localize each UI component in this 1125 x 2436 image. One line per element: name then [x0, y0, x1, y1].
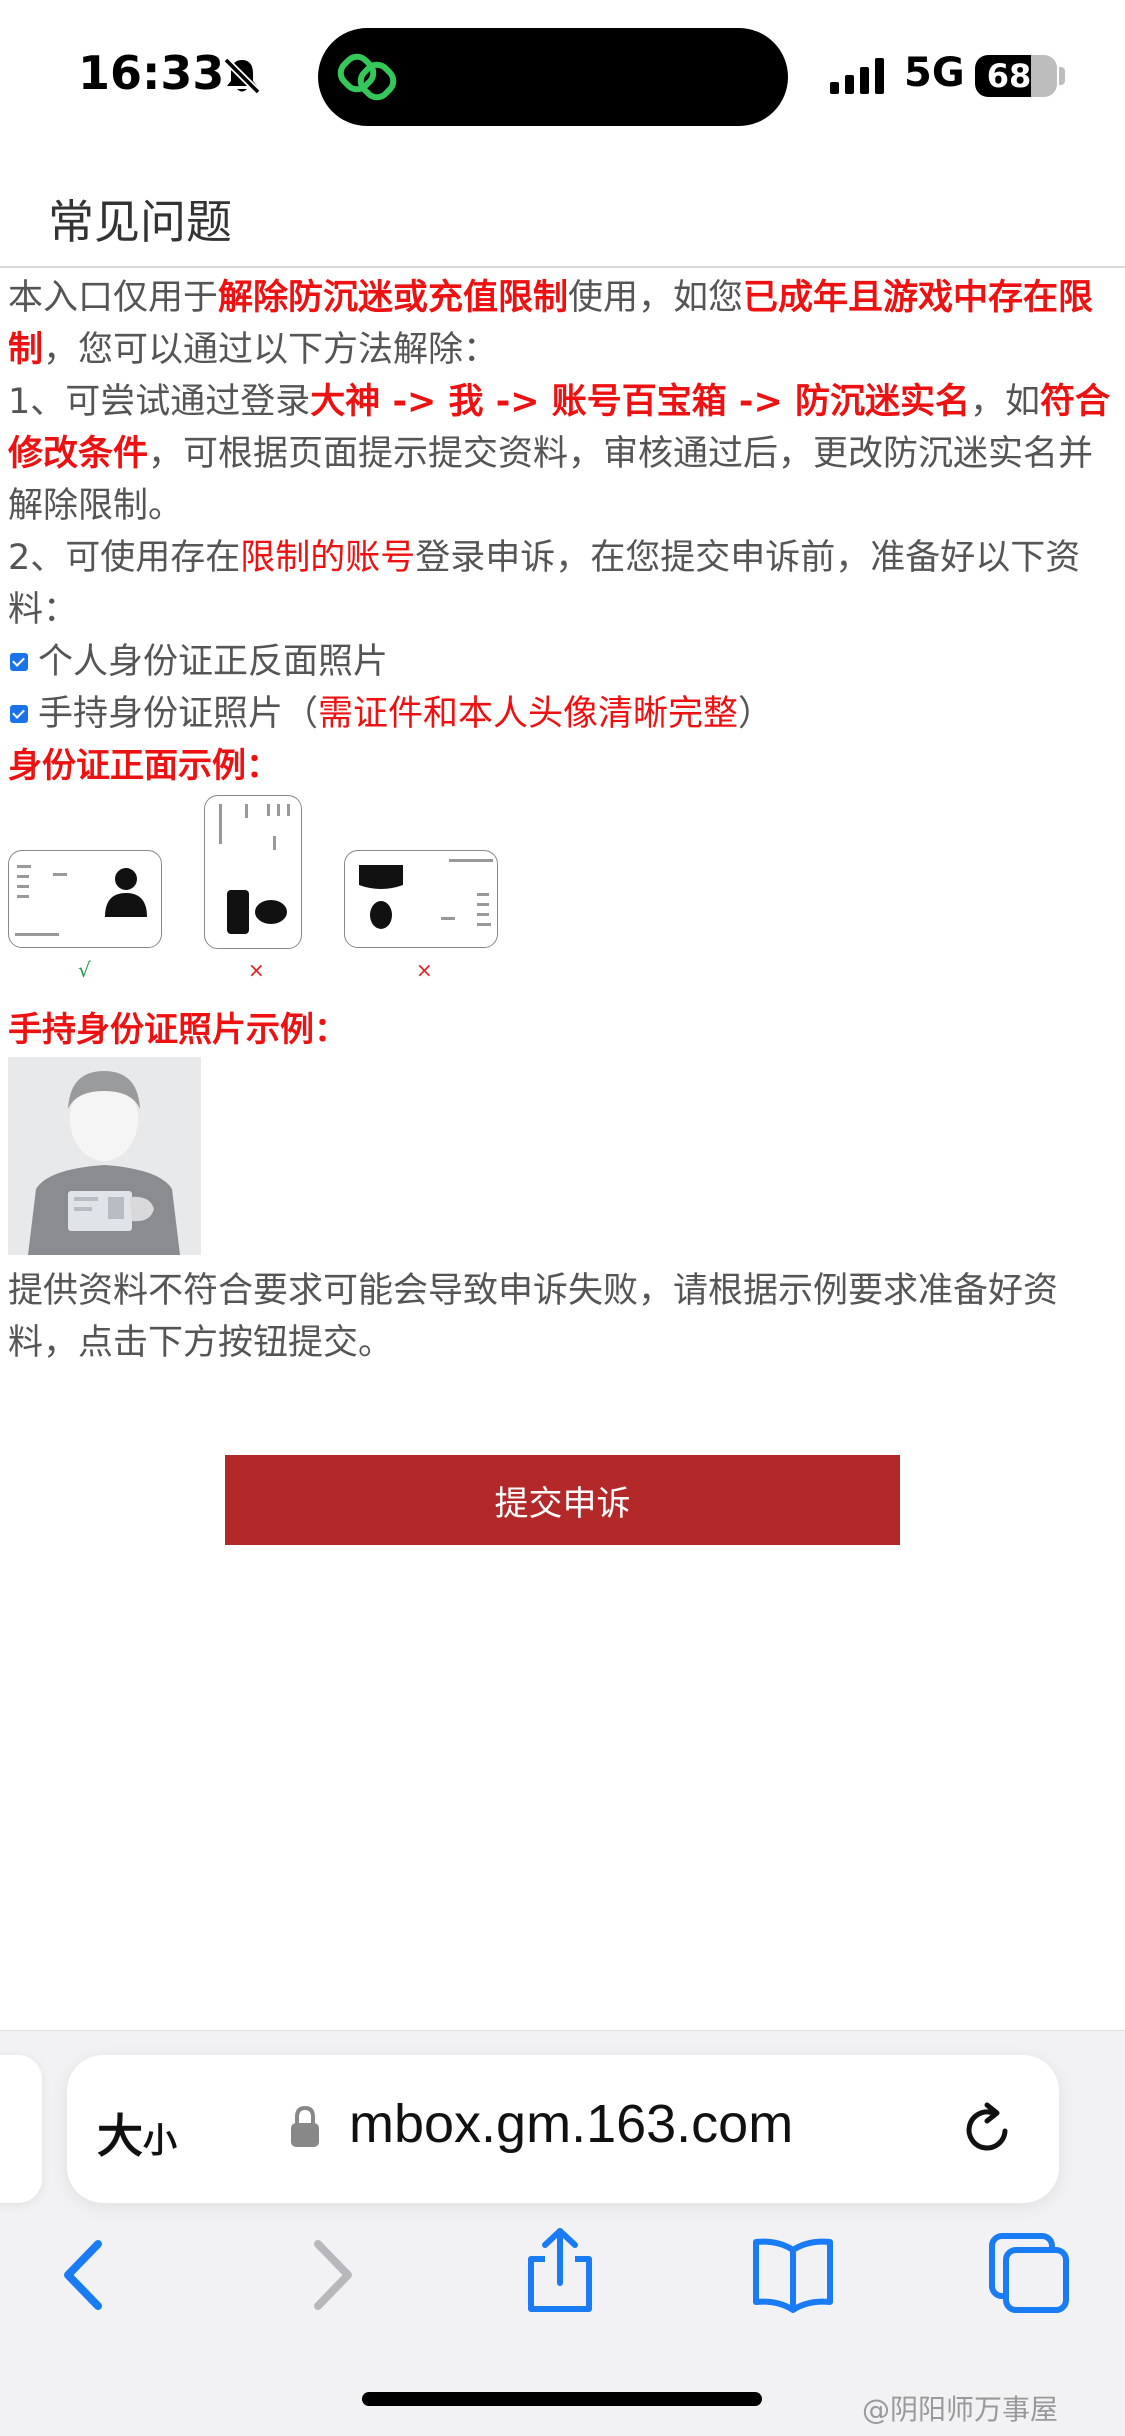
watermark: @阴阳师万事屋: [862, 2393, 1059, 2426]
checklist-item: 手持身份证照片（ 需证件和本人头像清晰完整）: [8, 688, 1118, 740]
tabs-icon[interactable]: [984, 2228, 1074, 2318]
signal-icon: [830, 58, 884, 94]
method-text: ，如: [969, 382, 1040, 422]
forward-icon[interactable]: [284, 2230, 374, 2320]
method-text: 1、可尝试通过登录: [8, 382, 311, 422]
intro-text: 本入口仅用于: [8, 278, 219, 318]
address-bar[interactable]: 大小 mbox.gm.163.com: [67, 2055, 1059, 2203]
method-highlight: 限制的账号: [240, 538, 416, 578]
checklist-highlight: 需证件和本人头像清晰完整: [318, 694, 739, 734]
text-size-large: 大: [97, 2109, 143, 2163]
text-size-button[interactable]: 大小: [97, 2100, 177, 2166]
id-card-front-icon: [15, 865, 147, 936]
wrong-mark: ×: [416, 958, 433, 982]
id-card-correct-example: [8, 850, 162, 948]
checkbox[interactable]: [10, 705, 28, 723]
status-bar: 16:33 5G 68: [0, 0, 1125, 150]
share-icon[interactable]: [515, 2225, 605, 2315]
checklist-label: 手持身份证照片（: [38, 694, 319, 734]
method-text: 2、可使用存在: [8, 538, 241, 578]
intro-paragraph: 本入口仅用于解除防沉迷或充值限制使用，如您已成年且游戏中存在限制，您可以通过以下…: [8, 272, 1118, 376]
status-time: 16:33: [78, 46, 225, 100]
intro-text: 使用，如您: [568, 278, 744, 318]
lock-icon: [291, 2105, 319, 2147]
id-card-upside-down-icon: [359, 859, 493, 929]
method-text: ，可根据页面提示提交资料，审核通过后，更改防沉迷实名并解除限制。: [8, 434, 1094, 526]
id-card-examples: √ × ×: [0, 790, 520, 990]
faq-content: 本入口仅用于解除防沉迷或充值限制使用，如您已成年且游戏中存在限制，您可以通过以下…: [8, 272, 1118, 792]
intro-highlight: 解除防沉迷或充值限制: [218, 278, 569, 318]
checklist-label: 个人身份证正反面照片: [38, 642, 389, 682]
intro-text: ，您可以通过以下方法解除：: [43, 330, 499, 370]
link-app-icon: [337, 53, 397, 101]
bell-slash-icon: [223, 57, 261, 95]
person-holding-id-icon: [8, 1057, 201, 1255]
page-title: 常见问题: [48, 195, 232, 249]
battery-icon: 68: [975, 55, 1057, 97]
battery-percent: 68: [986, 57, 1032, 95]
notice-paragraph: 提供资料不符合要求可能会导致申诉失败，请根据示例要求准备好资料，点击下方按钮提交…: [8, 1271, 1059, 1363]
network-type: 5G: [904, 50, 965, 96]
method-1-paragraph: 1、可尝试通过登录大神 -> 我 -> 账号百宝箱 -> 防沉迷实名，如符合修改…: [8, 376, 1118, 532]
id-front-example-title: 身份证正面示例：: [8, 746, 280, 786]
checklist-label: ）: [738, 694, 774, 734]
home-indicator: [362, 2392, 762, 2406]
wrong-mark: ×: [248, 958, 265, 982]
correct-mark: √: [78, 958, 91, 982]
checklist-item: 个人身份证正反面照片: [8, 636, 1118, 688]
id-card-wrong-example: [204, 795, 302, 949]
url-text[interactable]: mbox.gm.163.com: [349, 2093, 793, 2155]
hold-id-example-title: 手持身份证照片示例：: [8, 1010, 348, 1050]
checkbox[interactable]: [10, 653, 28, 671]
id-card-rotated-icon: [219, 804, 290, 934]
battery-tip: [1059, 67, 1065, 85]
bookmarks-icon[interactable]: [748, 2230, 838, 2320]
previous-tab-preview[interactable]: [0, 2055, 42, 2203]
text-size-small: 小: [143, 2121, 177, 2161]
hold-id-example-image: [8, 1057, 201, 1255]
page-header: 常见问题: [0, 160, 1125, 268]
id-card-wrong-example: [344, 850, 498, 948]
method-path-highlight: 大神 -> 我 -> 账号百宝箱 -> 防沉迷实名: [310, 382, 970, 422]
reload-icon[interactable]: [959, 2101, 1015, 2157]
back-icon[interactable]: [42, 2230, 132, 2320]
method-2-paragraph: 2、可使用存在限制的账号登录申诉，在您提交申诉前，准备好以下资料：: [8, 532, 1118, 636]
submit-appeal-button[interactable]: 提交申诉: [225, 1455, 900, 1545]
